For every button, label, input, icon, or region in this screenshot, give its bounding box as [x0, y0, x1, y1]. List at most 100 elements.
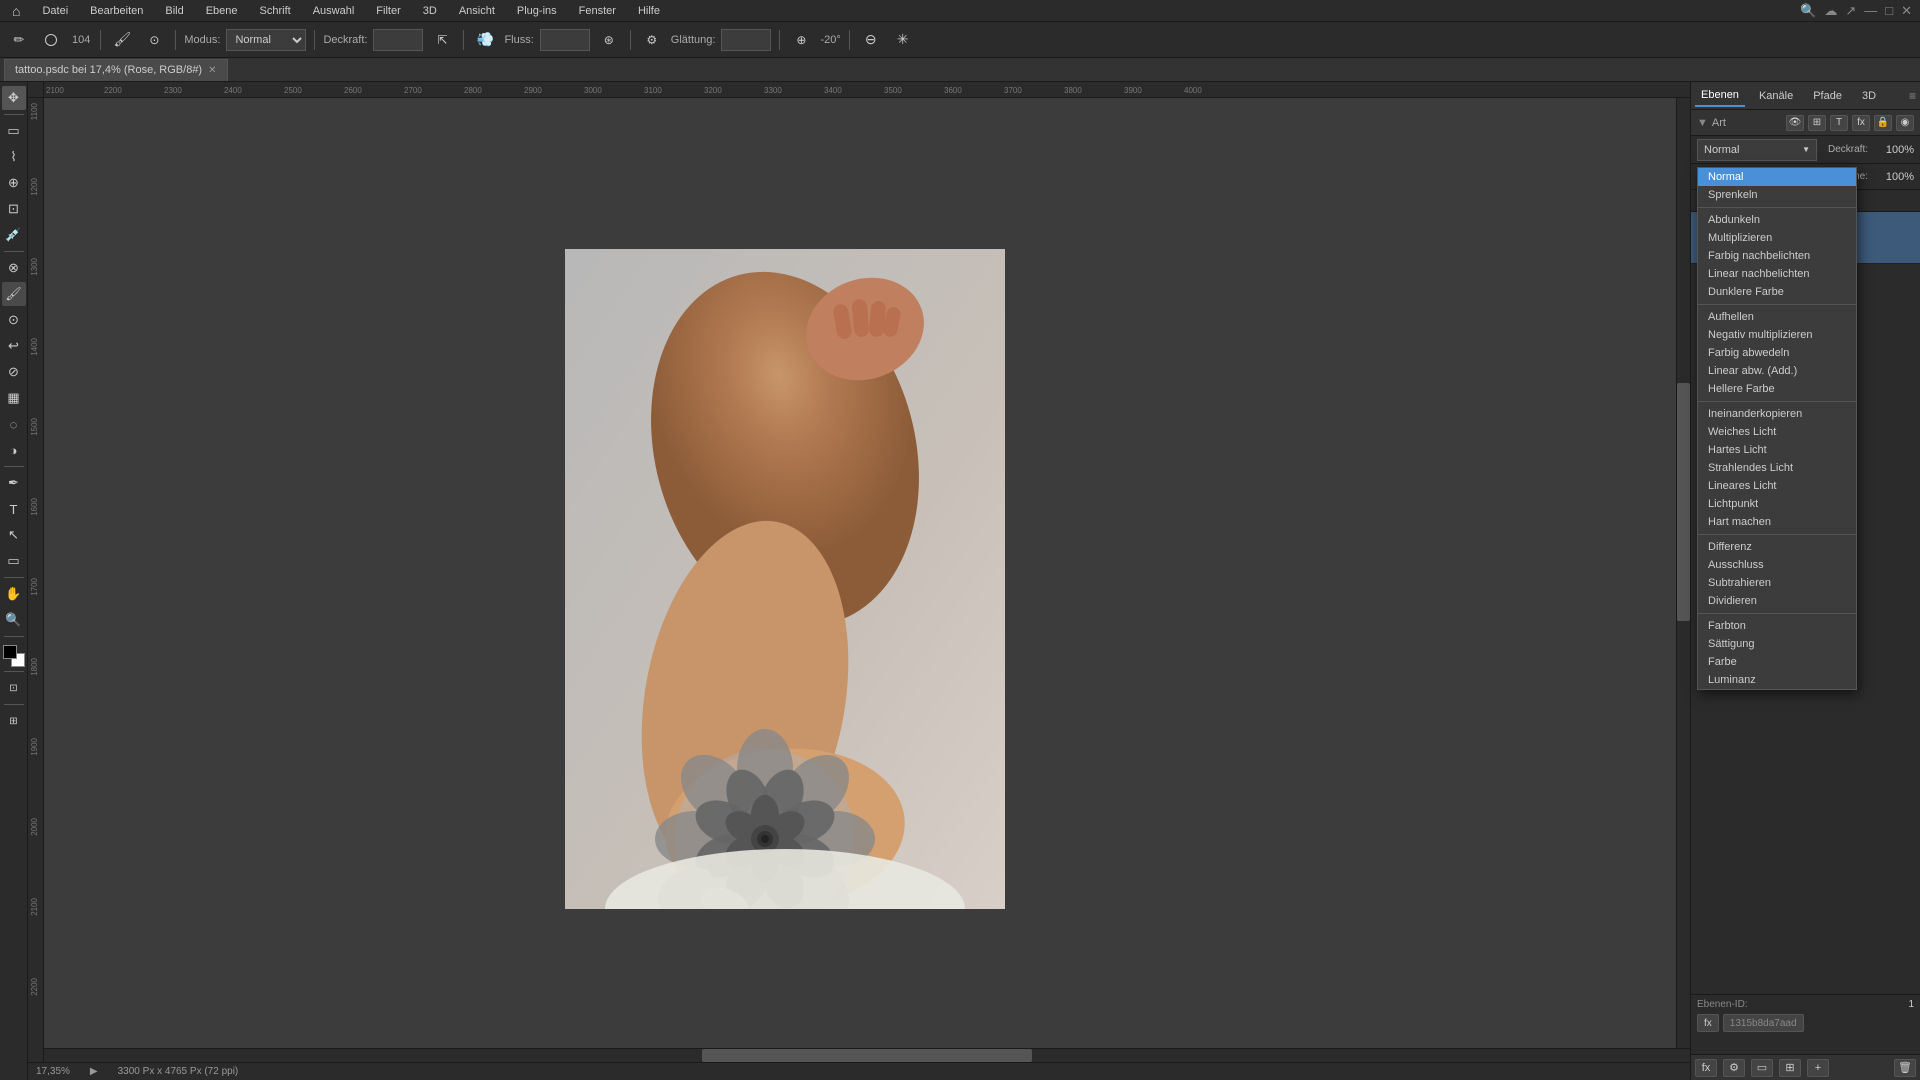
blend-item-dividieren[interactable]: Dividieren [1698, 592, 1856, 610]
quick-mask-toggle[interactable]: ⊡ [2, 676, 26, 700]
crop-tool[interactable]: ⊡ [2, 197, 26, 221]
blend-item-abdunkeln[interactable]: Abdunkeln [1698, 211, 1856, 229]
blend-item-aufhellen[interactable]: Aufhellen [1698, 308, 1856, 326]
brush-icon[interactable]: ✏ [6, 27, 32, 53]
layer-filter-button[interactable]: fx [1695, 1059, 1717, 1077]
clone-tool[interactable]: ⊙ [2, 308, 26, 332]
hscroll-thumb[interactable] [702, 1049, 1031, 1062]
shape-tool[interactable]: ▭ [2, 549, 26, 573]
blend-item-subtrahieren[interactable]: Subtrahieren [1698, 574, 1856, 592]
share-icon[interactable]: ↗ [1845, 3, 1856, 19]
blend-item-strahlendes[interactable]: Strahlendes Licht [1698, 459, 1856, 477]
spot-heal-tool[interactable]: ⊗ [2, 256, 26, 280]
lasso-tool[interactable]: ⌇ [2, 145, 26, 169]
blend-item-dunklere-farbe[interactable]: Dunklere Farbe [1698, 283, 1856, 301]
brush-preset-icon[interactable]: 🖌 [109, 27, 135, 53]
hand-tool[interactable]: ✋ [2, 582, 26, 606]
layer-mask-button[interactable]: ▭ [1751, 1059, 1773, 1077]
blend-item-ausschluss[interactable]: Ausschluss [1698, 556, 1856, 574]
eraser-tool[interactable]: ⊘ [2, 360, 26, 384]
minimize-icon[interactable]: — [1864, 3, 1877, 18]
airbrush-icon[interactable]: 💨 [472, 27, 498, 53]
blend-item-saettigung[interactable]: Sättigung [1698, 635, 1856, 653]
vertical-scrollbar[interactable] [1676, 98, 1690, 1048]
blend-item-linear-abw[interactable]: Linear abw. (Add.) [1698, 362, 1856, 380]
close-icon[interactable]: ✕ [1901, 3, 1912, 19]
blur-tool[interactable]: ◌ [2, 412, 26, 436]
menu-hilfe[interactable]: Hilfe [634, 3, 664, 19]
quick-select-tool[interactable]: ⊕ [2, 171, 26, 195]
menu-bild[interactable]: Bild [161, 3, 187, 19]
menu-home-icon[interactable]: ⌂ [8, 1, 24, 21]
fg-color[interactable] [3, 645, 17, 659]
pressure-flow-icon[interactable]: ⊛ [596, 27, 622, 53]
menu-ebene[interactable]: Ebene [202, 3, 242, 19]
canvas-viewport[interactable] [44, 98, 1690, 1060]
menu-3d[interactable]: 3D [419, 3, 441, 19]
smoothing-icon[interactable]: ⚙ [639, 27, 665, 53]
pressure-opacity-icon[interactable]: ⇱ [429, 27, 455, 53]
layer-group-button[interactable]: ⊞ [1779, 1059, 1801, 1077]
brush-tool[interactable]: 🖌 [2, 282, 26, 306]
tab-3d[interactable]: 3D [1856, 86, 1882, 106]
opacity-value[interactable]: 100% [1874, 144, 1914, 156]
horizontal-scrollbar[interactable] [44, 1048, 1690, 1062]
file-tab[interactable]: tattoo.psdc bei 17,4% (Rose, RGB/8#) ✕ [4, 59, 228, 81]
gradient-tool[interactable]: ▦ [2, 386, 26, 410]
menu-fenster[interactable]: Fenster [575, 3, 620, 19]
blend-item-weiches-licht[interactable]: Weiches Licht [1698, 423, 1856, 441]
panel-menu-icon[interactable]: ≡ [1909, 89, 1916, 103]
blend-mode-button[interactable]: Normal ▼ [1697, 139, 1817, 161]
layer-mode-filter-btn[interactable]: 🔒 [1874, 115, 1892, 131]
blend-item-farbton[interactable]: Farbton [1698, 617, 1856, 635]
menu-datei[interactable]: Datei [38, 3, 72, 19]
pen-tool[interactable]: ✒ [2, 471, 26, 495]
layer-adjust-filter-btn[interactable]: ⊞ [1808, 115, 1826, 131]
blend-item-lineares-licht[interactable]: Lineares Licht [1698, 477, 1856, 495]
menu-filter[interactable]: Filter [372, 3, 404, 19]
blend-item-negativ-mult[interactable]: Negativ multiplizieren [1698, 326, 1856, 344]
blend-item-hartes-licht[interactable]: Hartes Licht [1698, 441, 1856, 459]
menu-schrift[interactable]: Schrift [256, 3, 295, 19]
angle-icon[interactable]: ⊕ [788, 27, 814, 53]
symmetry-icon[interactable]: ⊖ [858, 27, 884, 53]
blend-item-hart-machen[interactable]: Hart machen [1698, 513, 1856, 531]
blend-item-sprenkeln[interactable]: Sprenkeln [1698, 186, 1856, 204]
deckraft-input[interactable]: 100% [373, 29, 423, 51]
blend-item-ineinander[interactable]: Ineinanderkopieren [1698, 405, 1856, 423]
layer-visibility-filter-btn[interactable]: 👁 [1786, 115, 1804, 131]
layer-fx-button[interactable]: fx [1697, 1014, 1719, 1032]
history-brush-tool[interactable]: ↩ [2, 334, 26, 358]
zoom-tool[interactable]: 🔍 [2, 608, 26, 632]
mode-select[interactable]: Normal [226, 29, 306, 51]
extra-options-icon[interactable]: ✳ [890, 27, 916, 53]
blend-item-linear-nachbelichten[interactable]: Linear nachbelichten [1698, 265, 1856, 283]
color-swatches[interactable] [3, 645, 25, 667]
file-tab-close[interactable]: ✕ [208, 65, 216, 76]
blend-item-farbig-abwedeln[interactable]: Farbig abwedeln [1698, 344, 1856, 362]
text-tool[interactable]: T [2, 497, 26, 521]
tab-kanaele[interactable]: Kanäle [1753, 86, 1799, 106]
blend-item-normal[interactable]: Normal [1698, 168, 1856, 186]
blend-item-multiplizieren[interactable]: Multiplizieren [1698, 229, 1856, 247]
tab-ebenen[interactable]: Ebenen [1695, 85, 1745, 107]
layer-settings-button[interactable]: ⚙ [1723, 1059, 1745, 1077]
eyedropper-tool[interactable]: 💉 [2, 223, 26, 247]
fluss-input[interactable]: 100% [540, 29, 590, 51]
layer-delete-button[interactable]: 🗑 [1894, 1059, 1916, 1077]
move-tool[interactable]: ✥ [2, 86, 26, 110]
menu-ansicht[interactable]: Ansicht [455, 3, 499, 19]
menu-bearbeiten[interactable]: Bearbeiten [86, 3, 147, 19]
path-select-tool[interactable]: ↖ [2, 523, 26, 547]
blend-item-lichtpunkt[interactable]: Lichtpunkt [1698, 495, 1856, 513]
layer-effect-filter-btn[interactable]: fx [1852, 115, 1870, 131]
blend-item-differenz[interactable]: Differenz [1698, 538, 1856, 556]
glaettung-input[interactable]: 0% [721, 29, 771, 51]
layer-type-filter-btn[interactable]: T [1830, 115, 1848, 131]
menu-auswahl[interactable]: Auswahl [309, 3, 359, 19]
maximize-icon[interactable]: □ [1885, 3, 1893, 18]
dodge-tool[interactable]: ◑ [2, 438, 26, 462]
search-icon[interactable]: 🔍 [1800, 3, 1816, 19]
fill-value[interactable]: 100% [1874, 171, 1914, 183]
vscroll-thumb[interactable] [1677, 383, 1690, 621]
